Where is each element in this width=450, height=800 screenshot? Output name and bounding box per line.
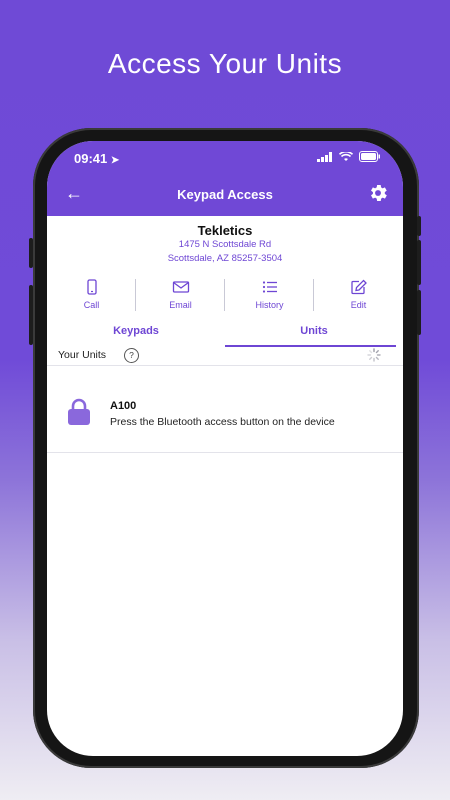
- location-name: Tekletics: [197, 223, 253, 238]
- loading-spinner-icon: [367, 348, 381, 362]
- units-header: Your Units ?: [47, 347, 403, 366]
- gear-icon[interactable]: [367, 182, 389, 209]
- tab-units[interactable]: Units: [225, 325, 403, 347]
- unit-description: Press the Bluetooth access button on the…: [110, 416, 335, 428]
- address-line-1[interactable]: 1475 N Scottsdale Rd: [47, 239, 403, 250]
- mail-icon: [172, 281, 189, 293]
- wifi-icon: [339, 151, 353, 161]
- app-screen: 09:41 ➤ ← Keypad Access Tekletics 1475 N…: [47, 141, 403, 756]
- tab-bar: Keypads Units: [47, 325, 403, 347]
- help-icon[interactable]: ?: [124, 348, 139, 363]
- status-time: 09:41 ➤: [74, 151, 119, 166]
- edit-icon: [350, 279, 367, 295]
- tab-keypads[interactable]: Keypads: [47, 325, 225, 347]
- marketing-headline: Access Your Units: [107, 48, 343, 79]
- history-label: History: [255, 300, 284, 310]
- phone-side-button: [417, 240, 421, 285]
- nav-title: Keypad Access: [177, 187, 273, 202]
- address-line-2[interactable]: Scottsdale, AZ 85257-3504: [47, 253, 403, 264]
- action-bar: Call Email History Edit: [47, 279, 403, 319]
- status-time-text: 09:41: [74, 151, 108, 166]
- lock-icon: [68, 398, 90, 425]
- location-arrow-icon: ➤: [110, 155, 120, 166]
- email-button[interactable]: Email: [136, 279, 225, 319]
- top-bar: 09:41 ➤ ← Keypad Access: [47, 141, 403, 216]
- phone-side-button: [29, 238, 33, 268]
- edit-label: Edit: [350, 300, 367, 310]
- status-icons: [317, 151, 381, 162]
- email-label: Email: [169, 300, 192, 310]
- phone-icon: [86, 279, 97, 295]
- edit-button[interactable]: Edit: [314, 279, 403, 319]
- unit-row[interactable]: A100 Press the Bluetooth access button o…: [47, 365, 403, 453]
- phone-side-button: [29, 285, 33, 345]
- unit-name: A100: [110, 400, 137, 412]
- phone-side-button: [417, 216, 421, 236]
- call-label: Call: [83, 300, 100, 310]
- phone-side-button: [417, 290, 421, 335]
- list-icon: [262, 281, 277, 293]
- units-header-label: Your Units: [58, 349, 107, 361]
- history-button[interactable]: History: [225, 279, 314, 319]
- call-button[interactable]: Call: [47, 279, 136, 319]
- signal-icon: [317, 151, 332, 162]
- battery-icon: [359, 151, 380, 162]
- nav-bar: ← Keypad Access: [47, 181, 403, 211]
